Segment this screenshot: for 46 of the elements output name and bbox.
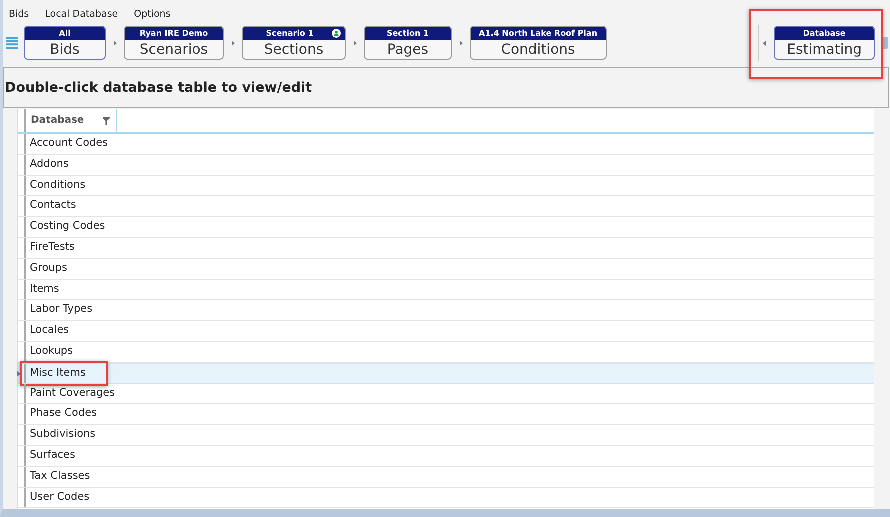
column-header[interactable]: Database — [26, 109, 117, 132]
menu-item[interactable]: Bids — [9, 8, 30, 21]
table-cell: Subdivisions — [30, 428, 96, 440]
table-cell: User Codes — [30, 490, 90, 503]
table-row[interactable]: Subdivisions — [18, 425, 874, 446]
table-cell: Phase Codes — [30, 407, 98, 420]
table-row[interactable]: Locales — [18, 321, 874, 342]
table-row[interactable]: User Codes — [18, 488, 874, 508]
breadcrumb-button[interactable]: Database Estimating — [774, 26, 875, 60]
table-cell: Labor Types — [30, 303, 93, 316]
table-cell: Lookups — [30, 344, 74, 357]
table-row[interactable]: Phase Codes — [18, 404, 874, 426]
table-row[interactable]: FireTests — [18, 238, 874, 259]
breadcrumb-button[interactable]: A1.4 North Lake Roof Plan Conditions — [470, 26, 607, 60]
table-row[interactable]: Labor Types — [18, 300, 874, 322]
table-cell: FireTests — [30, 240, 75, 253]
table-row[interactable]: Costing Codes — [18, 217, 874, 238]
table-row[interactable]: Conditions — [18, 176, 874, 196]
table-cell: Account Codes — [30, 137, 108, 149]
table-row[interactable]: Misc Items — [18, 362, 874, 384]
breadcrumb-button[interactable]: Ryan IRE Demo Scenarios — [124, 26, 224, 60]
table-cell: Paint Coverages — [30, 386, 116, 399]
table-cell: Tax Classes — [30, 470, 90, 482]
breadcrumb-button[interactable]: Section 1 Pages — [364, 26, 452, 60]
table-row[interactable]: Paint Coverages — [18, 384, 874, 404]
table-row[interactable]: Contacts — [18, 196, 874, 218]
breadcrumb-button[interactable]: Scenario 1 Sections — [242, 26, 346, 60]
table-cell: Groups — [30, 262, 68, 274]
table-row[interactable]: Tax Classes — [18, 466, 874, 488]
table-cell: Costing Codes — [30, 220, 106, 232]
table-row[interactable]: Addons — [18, 154, 874, 176]
instruction-text: Double-click database table to view/edit — [4, 80, 312, 96]
table-cell: Items — [30, 282, 60, 295]
table-cell: Surfaces — [30, 448, 76, 461]
table-cell: Addons — [30, 158, 69, 170]
table-cell: Conditions — [30, 178, 86, 191]
menu-item[interactable]: Local Database — [45, 8, 118, 21]
table-row[interactable]: Items — [18, 280, 874, 300]
table-row[interactable]: Account Codes — [18, 134, 874, 155]
breadcrumb-button[interactable]: All Bids — [24, 26, 106, 60]
table-row[interactable]: Groups — [18, 258, 874, 280]
menu-item[interactable]: Options — [134, 8, 171, 21]
table-row[interactable]: Surfaces — [18, 446, 874, 467]
table-cell: Locales — [30, 324, 70, 336]
table-cell: Contacts — [30, 199, 76, 212]
table-cell: Misc Items — [30, 366, 86, 379]
